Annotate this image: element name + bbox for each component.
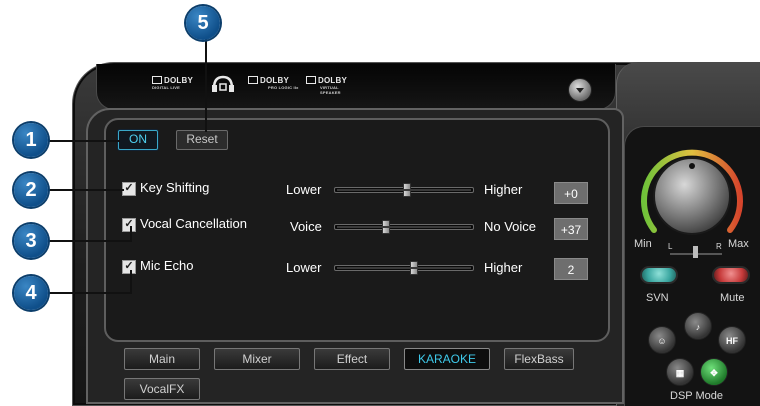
tab-main[interactable]: Main <box>124 348 200 370</box>
mute-button[interactable] <box>712 266 750 284</box>
film-icon: ▦ <box>675 368 685 378</box>
balance-right-label: R <box>716 242 722 251</box>
svn-label: SVN <box>646 292 669 304</box>
mute-label: Mute <box>720 292 745 304</box>
dsp-hifi-mode-button[interactable]: HF <box>718 326 746 354</box>
tab-effect[interactable]: Effect <box>314 348 390 370</box>
dsp-game-fx-button[interactable]: ✥ <box>700 358 728 386</box>
volume-max-label: Max <box>728 238 749 250</box>
dsp-game-mode-button[interactable]: ☺ <box>648 326 676 354</box>
mic-echo-right-label: Higher <box>484 260 523 275</box>
vocal-cancellation-label: Vocal Cancellation <box>140 216 247 231</box>
callout-2-leader <box>48 189 124 191</box>
vocal-cancellation-right-label: No Voice <box>484 219 537 234</box>
checkmark-icon: ✓ <box>122 260 136 274</box>
checkmark-icon: ✓ <box>122 218 136 232</box>
reset-button[interactable]: Reset <box>176 130 228 150</box>
callout-5-leader <box>205 38 207 132</box>
callout-3-leader-v <box>130 226 132 242</box>
key-shifting-value: +0 <box>554 182 588 204</box>
menu-dropdown-button[interactable] <box>568 78 592 102</box>
dsp-mode-label: DSP Mode <box>670 390 723 402</box>
dolby-virtual-speaker-logo: DOLBY VIRTUAL SPEAKER <box>306 76 354 95</box>
mic-echo-slider[interactable] <box>334 261 474 275</box>
callout-1: 1 <box>14 123 48 157</box>
slider-thumb[interactable] <box>403 183 411 197</box>
volume-knob[interactable] <box>634 138 750 254</box>
key-shifting-slider[interactable] <box>334 183 474 197</box>
tab-mixer[interactable]: Mixer <box>214 348 300 370</box>
tab-flexbass[interactable]: FlexBass <box>504 348 574 370</box>
callout-1-leader <box>48 140 120 142</box>
key-shifting-checkbox[interactable]: ✓ <box>122 182 136 196</box>
mic-echo-value: 2 <box>554 258 588 280</box>
vocal-cancellation-value: +37 <box>554 218 588 240</box>
on-toggle-button[interactable]: ON <box>118 130 158 150</box>
key-shifting-right-label: Higher <box>484 182 523 197</box>
tab-karaoke[interactable]: KARAOKE <box>404 348 490 370</box>
robot-icon: ☺ <box>657 336 667 346</box>
headphone-icon <box>210 74 236 94</box>
key-shifting-left-label: Lower <box>286 182 322 197</box>
svn-button[interactable] <box>640 266 678 284</box>
callout-4-leader-v <box>130 270 132 294</box>
chevron-down-icon <box>576 88 584 93</box>
mic-echo-label: Mic Echo <box>140 258 194 273</box>
mic-echo-left-label: Lower <box>286 260 322 275</box>
gamepad-icon: ✥ <box>710 368 718 378</box>
callout-4-leader <box>48 292 132 294</box>
callout-3-leader <box>48 240 132 242</box>
slider-thumb[interactable] <box>410 261 418 275</box>
key-shifting-label: Key Shifting <box>140 180 210 195</box>
callout-2: 2 <box>14 173 48 207</box>
dsp-movie-mode-button[interactable]: ▦ <box>666 358 694 386</box>
mic-echo-checkbox[interactable]: ✓ <box>122 260 136 274</box>
callout-5: 5 <box>186 6 220 40</box>
dsp-music-mode-button[interactable]: ♪ <box>684 312 712 340</box>
vocal-cancellation-slider[interactable] <box>334 220 474 234</box>
callout-3: 3 <box>14 224 48 258</box>
dolby-digital-live-logo: DOLBY DIGITAL LIVE <box>152 76 193 90</box>
volume-min-label: Min <box>634 238 652 250</box>
callout-4: 4 <box>14 276 48 310</box>
tab-vocalfx[interactable]: VocalFX <box>124 378 200 400</box>
checkmark-icon: ✓ <box>122 182 136 196</box>
vocal-cancellation-checkbox[interactable]: ✓ <box>122 218 136 232</box>
music-note-icon: ♪ <box>695 322 701 332</box>
balance-left-label: L <box>668 242 673 251</box>
dolby-pro-logic-logo: DOLBY PRO LOGIC IIx <box>248 76 299 90</box>
slider-thumb[interactable] <box>382 220 390 234</box>
vocal-cancellation-left-label: Voice <box>290 219 322 234</box>
